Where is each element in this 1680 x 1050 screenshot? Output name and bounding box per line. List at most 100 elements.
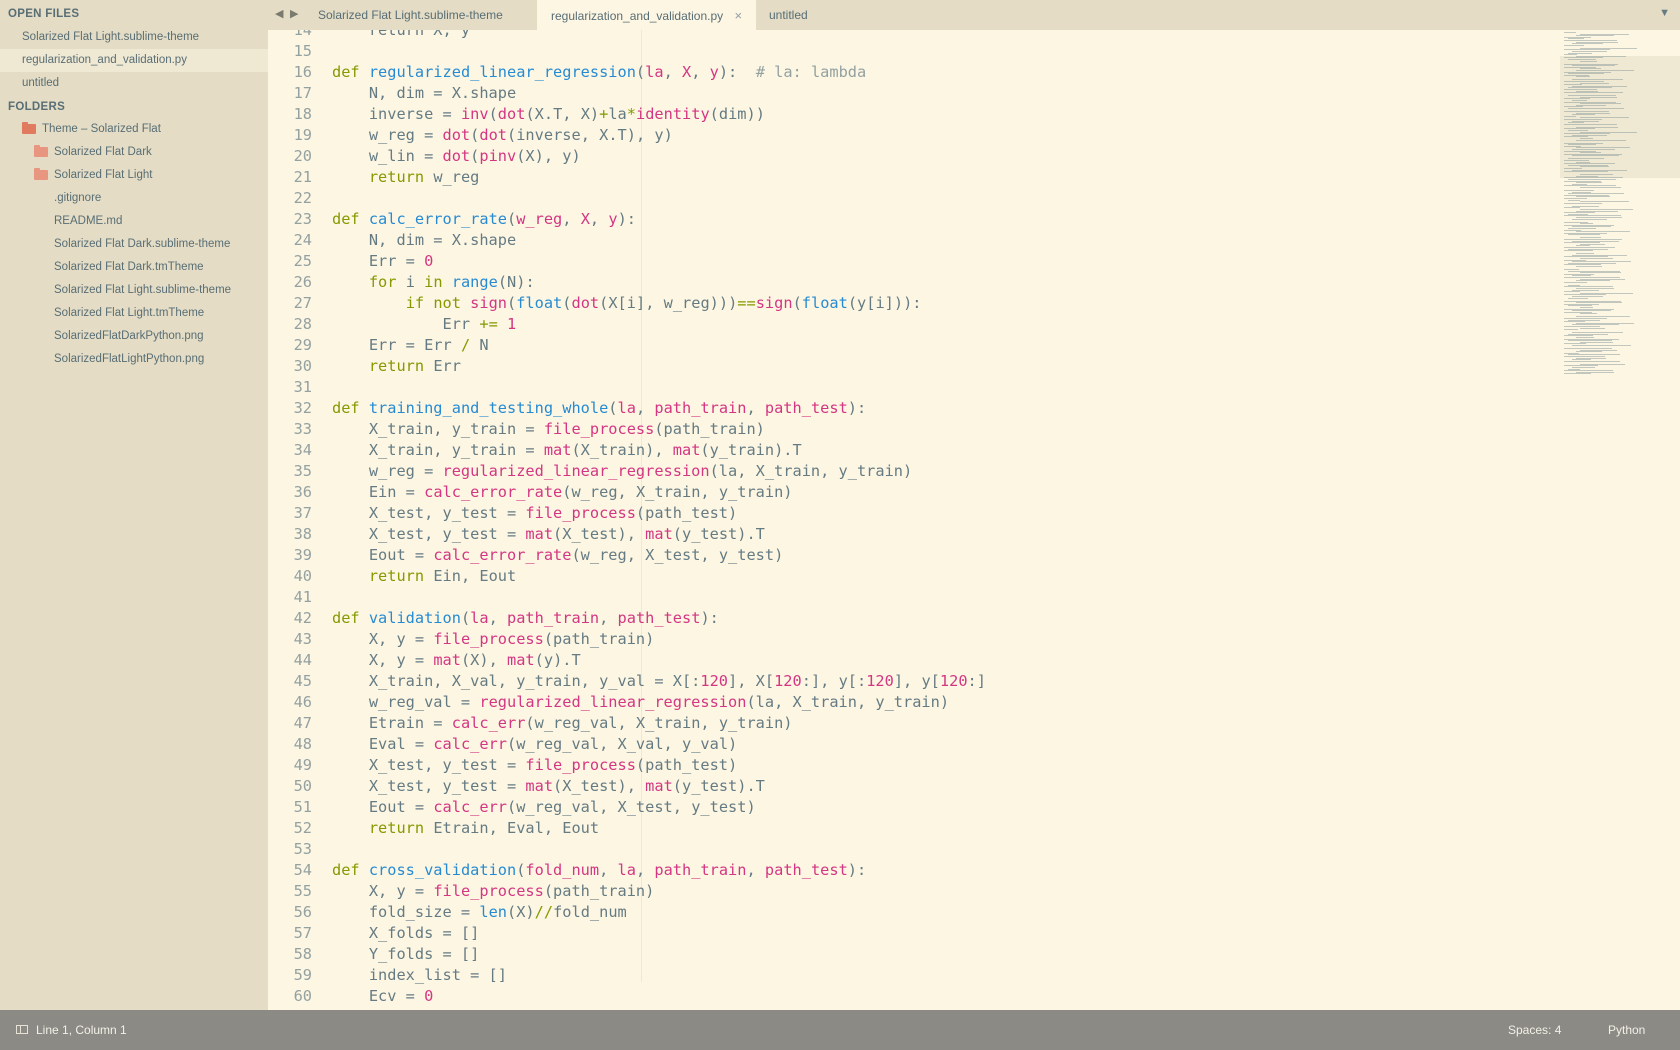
code-line: 25 Err = 0 [268, 251, 1558, 272]
code-line: 55 X, y = file_process(path_train) [268, 881, 1558, 902]
code-line: 19 w_reg = dot(dot(inverse, X.T), y) [268, 125, 1558, 146]
file-item[interactable]: Solarized Flat Light.sublime-theme [54, 279, 231, 301]
file-item[interactable]: SolarizedFlatLightPython.png [54, 348, 204, 370]
file-item[interactable]: SolarizedFlatDarkPython.png [54, 325, 204, 347]
open-file-item[interactable]: regularization_and_validation.py [0, 49, 268, 72]
file-item[interactable]: .gitignore [54, 187, 101, 209]
code-line: 30 return Err [268, 356, 1558, 377]
code-line: 43 X, y = file_process(path_train) [268, 629, 1558, 650]
tab-regularization-and-validation[interactable]: regularization_and_validation.py × [537, 0, 757, 31]
tab-bar: ◀ ▶ Solarized Flat Light.sublime-theme r… [268, 0, 1680, 30]
minimap-line [1580, 60, 1597, 62]
code-line: 21 return w_reg [268, 167, 1558, 188]
file-item[interactable]: Solarized Flat Dark.tmTheme [54, 256, 204, 278]
folder-icon [34, 168, 48, 180]
code-line: 17 N, dim = X.shape [268, 83, 1558, 104]
code-line: 56 fold_size = len(X)//fold_num [268, 902, 1558, 923]
code-line: 35 w_reg = regularized_linear_regression… [268, 461, 1558, 482]
code-text: Etrain = calc_err(w_reg_val, X_train, y_… [332, 714, 793, 732]
code-line: 38 X_test, y_test = mat(X_test), mat(y_t… [268, 524, 1558, 545]
line-number: 60 [293, 987, 312, 1005]
panel-toggle-icon[interactable] [16, 1025, 28, 1034]
line-number: 59 [293, 966, 312, 984]
cursor-position[interactable]: Line 1, Column 1 [36, 1023, 127, 1037]
code-line: 27 if not sign(float(dot(X[i], w_reg)))=… [268, 293, 1558, 314]
line-number: 26 [293, 273, 312, 291]
line-number: 38 [293, 525, 312, 543]
code-line: 52 return Etrain, Eval, Eout [268, 818, 1558, 839]
code-text: return X, y [332, 30, 471, 39]
line-number: 35 [293, 462, 312, 480]
syntax-selector[interactable]: Python [1608, 1023, 1645, 1037]
code-text: X_test, y_test = mat(X_test), mat(y_test… [332, 525, 765, 543]
code-text: X_folds = [] [332, 924, 480, 942]
line-number: 51 [293, 798, 312, 816]
code-line: 37 X_test, y_test = file_process(path_te… [268, 503, 1558, 524]
code-line: 33 X_train, y_train = file_process(path_… [268, 419, 1558, 440]
code-text: def regularized_linear_regression(la, X,… [332, 63, 867, 81]
code-line: 46 w_reg_val = regularized_linear_regres… [268, 692, 1558, 713]
code-line: 28 Err += 1 [268, 314, 1558, 335]
line-number: 29 [293, 336, 312, 354]
minimap-line [1576, 76, 1590, 78]
tab-nav-right-icon[interactable]: ▶ [290, 7, 298, 20]
open-file-item[interactable]: Solarized Flat Light.sublime-theme [0, 26, 268, 49]
minimap[interactable] [1560, 30, 1680, 1010]
tab-nav-left-icon[interactable]: ◀ [275, 7, 283, 20]
file-item[interactable]: Solarized Flat Dark.sublime-theme [54, 233, 230, 255]
tab-solarized-flat-light-theme[interactable]: Solarized Flat Light.sublime-theme [304, 0, 517, 30]
line-number: 31 [293, 378, 312, 396]
minimap-line [1564, 202, 1602, 204]
minimap-line [1580, 82, 1609, 84]
code-text: index_list = [] [332, 966, 507, 984]
file-item[interactable]: README.md [54, 210, 122, 232]
code-line: 54 def cross_validation(fold_num, la, pat… [268, 860, 1558, 881]
code-text: X_train, y_train = file_process(path_tra… [332, 420, 765, 438]
minimap-line [1572, 155, 1619, 157]
line-number: 14 [293, 30, 312, 39]
line-number: 23 [293, 210, 312, 228]
code-text: return Ein, Eout [368, 567, 517, 585]
minimap-line [1564, 115, 1576, 117]
minimap-line [1564, 291, 1580, 293]
code-line: 29 Err = Err / N [268, 335, 1558, 356]
minimap-line [1568, 199, 1580, 201]
code-text: Eval = calc_err(w_reg_val, X_val, y_val) [332, 735, 738, 753]
tab-close-icon[interactable]: × [734, 0, 742, 31]
code-line: 26 for i in range(N): [268, 272, 1558, 293]
code-text: Y_folds = [] [332, 945, 480, 963]
code-editor[interactable]: 14 return X, y 15 16 def regularized_linear… [268, 30, 1680, 1010]
tab-untitled[interactable]: untitled [755, 0, 822, 30]
line-number: 42 [293, 609, 312, 627]
line-number: 36 [293, 483, 312, 501]
line-number: 24 [293, 231, 312, 249]
code-line: 45 X_train, X_val, y_train, y_val = X[:1… [268, 671, 1558, 692]
code-line: 59 index_list = [] [268, 965, 1558, 986]
code-text: if not sign(float(dot(X[i], w_reg)))==si… [405, 294, 922, 312]
code-text: w_lin = dot(pinv(X), y) [332, 147, 581, 165]
open-file-item[interactable]: untitled [0, 72, 268, 95]
line-number: 39 [293, 546, 312, 564]
folder-root-label: Theme – Solarized Flat [42, 123, 161, 135]
line-number: 21 [293, 168, 312, 186]
code-text: w_reg = regularized_linear_regression(la… [332, 462, 913, 480]
code-text: Err = Err / N [332, 336, 489, 354]
tab-dropdown-icon[interactable]: ▼ [1659, 7, 1670, 19]
folders-header: FOLDERS [8, 101, 66, 113]
code-text: w_reg = dot(dot(inverse, X.T), y) [332, 126, 673, 144]
code-line: 60 Ecv = 0 [268, 986, 1558, 1007]
indentation-setting[interactable]: Spaces: 4 [1508, 1023, 1561, 1037]
line-number: 17 [293, 84, 312, 102]
line-number: 56 [293, 903, 312, 921]
line-number: 50 [293, 777, 312, 795]
code-text: Ein = calc_error_rate(w_reg, X_train, y_… [332, 483, 793, 501]
code-text: X, y = file_process(path_train) [332, 630, 655, 648]
code-text: return Err [368, 357, 461, 375]
minimap-line [1580, 327, 1605, 329]
line-number: 54 [293, 861, 312, 879]
minimap-line [1572, 218, 1607, 220]
code-line: 14 return X, y [268, 30, 1558, 41]
file-item[interactable]: Solarized Flat Light.tmTheme [54, 302, 204, 324]
minimap-line [1568, 297, 1588, 299]
line-number: 41 [293, 588, 312, 606]
